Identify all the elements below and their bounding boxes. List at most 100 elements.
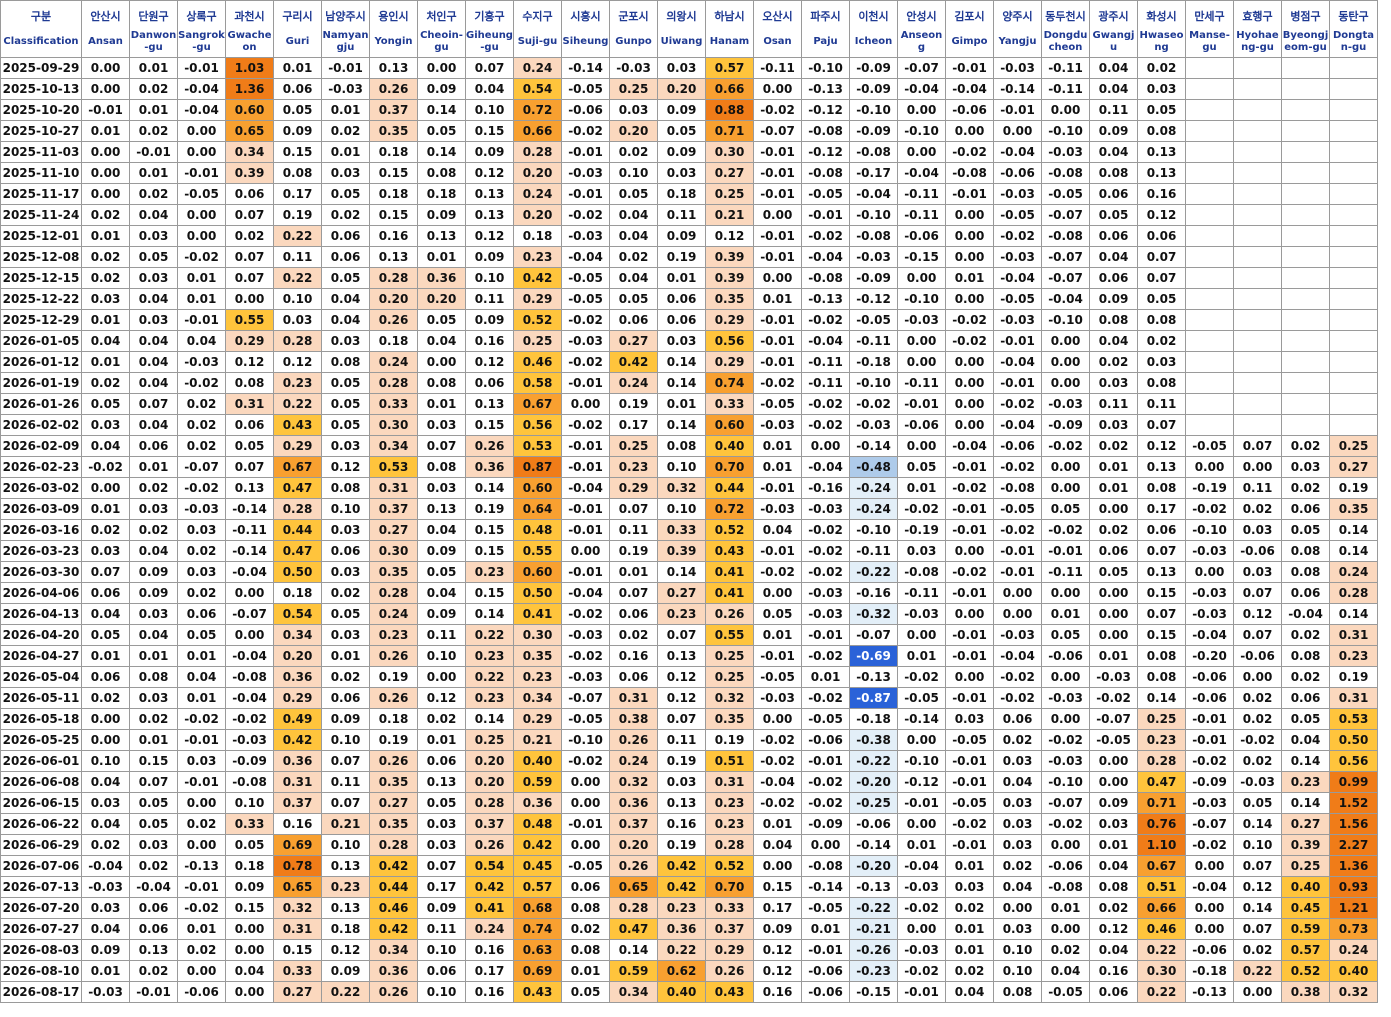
value-cell: 0.05 xyxy=(417,309,466,331)
value-cell: 0.21 xyxy=(705,204,754,226)
value-cell: 0.23 xyxy=(465,687,514,709)
value-cell: 0.09 xyxy=(417,78,466,100)
value-cell: -0.10 xyxy=(1041,771,1090,793)
value-cell: 0.00 xyxy=(945,288,994,310)
value-cell: 0.00 xyxy=(1089,750,1138,772)
value-cell: 0.04 xyxy=(129,351,178,373)
value-cell: 0.31 xyxy=(609,687,658,709)
value-cell: 0.06 xyxy=(1089,267,1138,289)
value-cell: -0.06 xyxy=(1185,939,1234,961)
value-cell: 0.04 xyxy=(177,666,226,688)
value-cell: 0.66 xyxy=(1137,897,1186,919)
value-cell: 0.03 xyxy=(993,918,1042,940)
date-cell: 2026-04-20 xyxy=(0,624,82,646)
value-cell xyxy=(1233,99,1282,121)
value-cell: 0.01 xyxy=(945,939,994,961)
header-en: Namyangju xyxy=(322,30,369,53)
header-ko: 남양주시 xyxy=(325,9,366,23)
value-cell xyxy=(1233,372,1282,394)
value-cell: 0.16 xyxy=(753,981,802,1003)
value-cell: 0.47 xyxy=(273,477,322,499)
value-cell: 0.05 xyxy=(417,120,466,142)
value-cell: -0.05 xyxy=(561,267,610,289)
value-cell: 0.11 xyxy=(417,918,466,940)
value-cell: 0.00 xyxy=(561,792,610,814)
value-cell: 0.10 xyxy=(417,645,466,667)
value-cell: 0.38 xyxy=(609,708,658,730)
value-cell xyxy=(1281,162,1330,184)
value-cell: 0.04 xyxy=(129,372,178,394)
value-cell: 0.09 xyxy=(225,876,274,898)
value-cell: 0.15 xyxy=(273,141,322,163)
value-cell: 0.93 xyxy=(1329,876,1378,898)
value-cell: 0.00 xyxy=(897,267,946,289)
value-cell: 0.13 xyxy=(129,939,178,961)
value-cell: 0.04 xyxy=(753,519,802,541)
value-cell: 0.25 xyxy=(513,330,562,352)
value-cell: -0.02 xyxy=(561,309,610,331)
value-cell: 0.25 xyxy=(1329,435,1378,457)
value-cell: 0.31 xyxy=(273,918,322,940)
value-cell: 0.01 xyxy=(945,267,994,289)
value-cell: -0.01 xyxy=(753,477,802,499)
value-cell: -0.08 xyxy=(225,771,274,793)
value-cell: 0.08 xyxy=(1089,309,1138,331)
value-cell: 0.02 xyxy=(609,141,658,163)
value-cell: 0.06 xyxy=(609,309,658,331)
value-cell: 0.46 xyxy=(1137,918,1186,940)
value-cell: 0.04 xyxy=(129,288,178,310)
value-cell: 0.04 xyxy=(81,435,130,457)
value-cell: 0.00 xyxy=(993,897,1042,919)
value-cell: 0.07 xyxy=(129,393,178,415)
value-cell: 0.43 xyxy=(273,414,322,436)
value-cell: 0.11 xyxy=(273,246,322,268)
value-cell: -0.02 xyxy=(753,561,802,583)
value-cell: 0.18 xyxy=(273,582,322,604)
value-cell: 0.15 xyxy=(465,120,514,142)
value-cell: 0.03 xyxy=(1233,561,1282,583)
value-cell: -0.06 xyxy=(1185,666,1234,688)
value-cell: 0.01 xyxy=(177,288,226,310)
value-cell: 0.14 xyxy=(1233,813,1282,835)
value-cell: -0.16 xyxy=(849,582,898,604)
value-cell: 0.36 xyxy=(273,666,322,688)
value-cell: -0.15 xyxy=(849,981,898,1003)
value-cell: 0.09 xyxy=(657,225,706,247)
value-cell: -0.01 xyxy=(897,393,946,415)
value-cell: -0.01 xyxy=(753,246,802,268)
value-cell: 0.02 xyxy=(177,414,226,436)
value-cell: 0.42 xyxy=(513,834,562,856)
value-cell: 0.33 xyxy=(705,897,754,919)
value-cell: -0.18 xyxy=(849,351,898,373)
value-cell: -0.02 xyxy=(801,393,850,415)
value-cell: 0.32 xyxy=(273,897,322,919)
value-cell xyxy=(1185,183,1234,205)
value-cell: 0.13 xyxy=(1137,141,1186,163)
value-cell: 0.02 xyxy=(1233,750,1282,772)
value-cell: 0.11 xyxy=(609,519,658,541)
value-cell: -0.24 xyxy=(849,477,898,499)
value-cell: 0.34 xyxy=(273,624,322,646)
value-cell: 0.16 xyxy=(609,645,658,667)
value-cell: 0.42 xyxy=(369,855,418,877)
value-cell: -0.02 xyxy=(1185,834,1234,856)
value-cell xyxy=(1329,120,1378,142)
value-cell: 0.52 xyxy=(705,855,754,877)
date-cell: 2025-12-15 xyxy=(0,267,82,289)
value-cell: 0.44 xyxy=(369,876,418,898)
value-cell xyxy=(1185,162,1234,184)
value-cell: 0.12 xyxy=(1233,603,1282,625)
value-cell: 0.00 xyxy=(993,582,1042,604)
header-en: Dongducheon xyxy=(1043,30,1088,53)
value-cell: 0.03 xyxy=(129,687,178,709)
value-cell xyxy=(1185,99,1234,121)
value-cell: 0.00 xyxy=(753,855,802,877)
value-cell: 0.13 xyxy=(465,393,514,415)
value-cell: 0.22 xyxy=(273,225,322,247)
value-cell: 0.06 xyxy=(417,750,466,772)
value-cell: 0.03 xyxy=(81,288,130,310)
value-cell: 0.01 xyxy=(129,645,178,667)
value-cell: 0.02 xyxy=(1089,351,1138,373)
value-cell: -0.02 xyxy=(1041,519,1090,541)
value-cell: -0.03 xyxy=(993,309,1042,331)
